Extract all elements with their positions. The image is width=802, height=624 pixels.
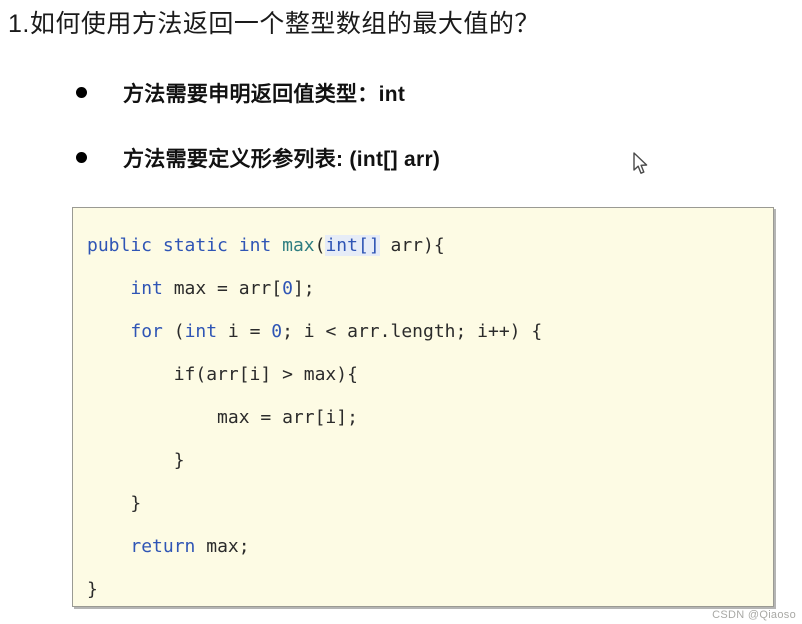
mouse-pointer-icon [632,152,650,176]
page-title: 1.如何使用方法返回一个整型数组的最大值的？ [8,10,540,38]
code-line: } [87,439,773,482]
code-token: return [130,536,196,557]
code-token: int[] [325,235,380,256]
code-token: max; [195,536,250,557]
code-token: for [130,321,163,342]
code-line: for (int i = 0; i < arr.length; i++) { [87,310,773,353]
code-token: max = arr[i]; [217,407,358,428]
code-line: max = arr[i]; [87,396,773,439]
code-token: public [87,235,153,256]
code-token: ]; [292,278,315,299]
code-line: public static int max(int[] arr){ [87,224,773,267]
bullet-list: 方法需要申明返回值类型：int 方法需要定义形参列表: (int[] arr) [76,78,716,208]
bullet-dot-icon [76,87,87,98]
code-token: if(arr[i] > max){ [173,364,358,385]
code-line: if(arr[i] > max){ [87,353,773,396]
bullet-item-label: 方法需要定义形参列表: (int[] arr) [123,148,441,171]
code-token: 0 [271,321,283,342]
code-token: } [173,450,185,471]
code-line: } [87,568,773,606]
code-line: int max = arr[0]; [87,267,773,310]
code-token: 0 [282,278,293,299]
list-item: 方法需要申明返回值类型：int [76,78,716,143]
code-token: ; i < arr.length; i++) { [282,321,543,342]
code-token: static [162,235,228,256]
code-lines: public static int max(int[] arr){ int ma… [73,208,773,606]
list-item: 方法需要定义形参列表: (int[] arr) [76,143,716,208]
code-line: } [87,482,773,525]
code-line: return max; [87,525,773,568]
code-token: int [238,235,272,256]
code-token: ( [314,235,326,256]
code-token: i = [217,321,272,342]
code-token: int [130,278,163,299]
code-block: public static int max(int[] arr){ int ma… [72,207,774,607]
code-token: } [87,579,98,600]
code-token: max [282,235,315,256]
code-token: } [130,493,142,514]
code-token: ( [162,321,185,342]
code-token: int [184,321,218,342]
bullet-item-label: 方法需要申明返回值类型：int [123,83,406,106]
watermark-label: CSDN @Qiaoso [712,609,796,621]
bullet-dot-icon [76,152,87,163]
code-token: arr){ [379,235,445,256]
code-token: max = arr[ [162,278,283,299]
